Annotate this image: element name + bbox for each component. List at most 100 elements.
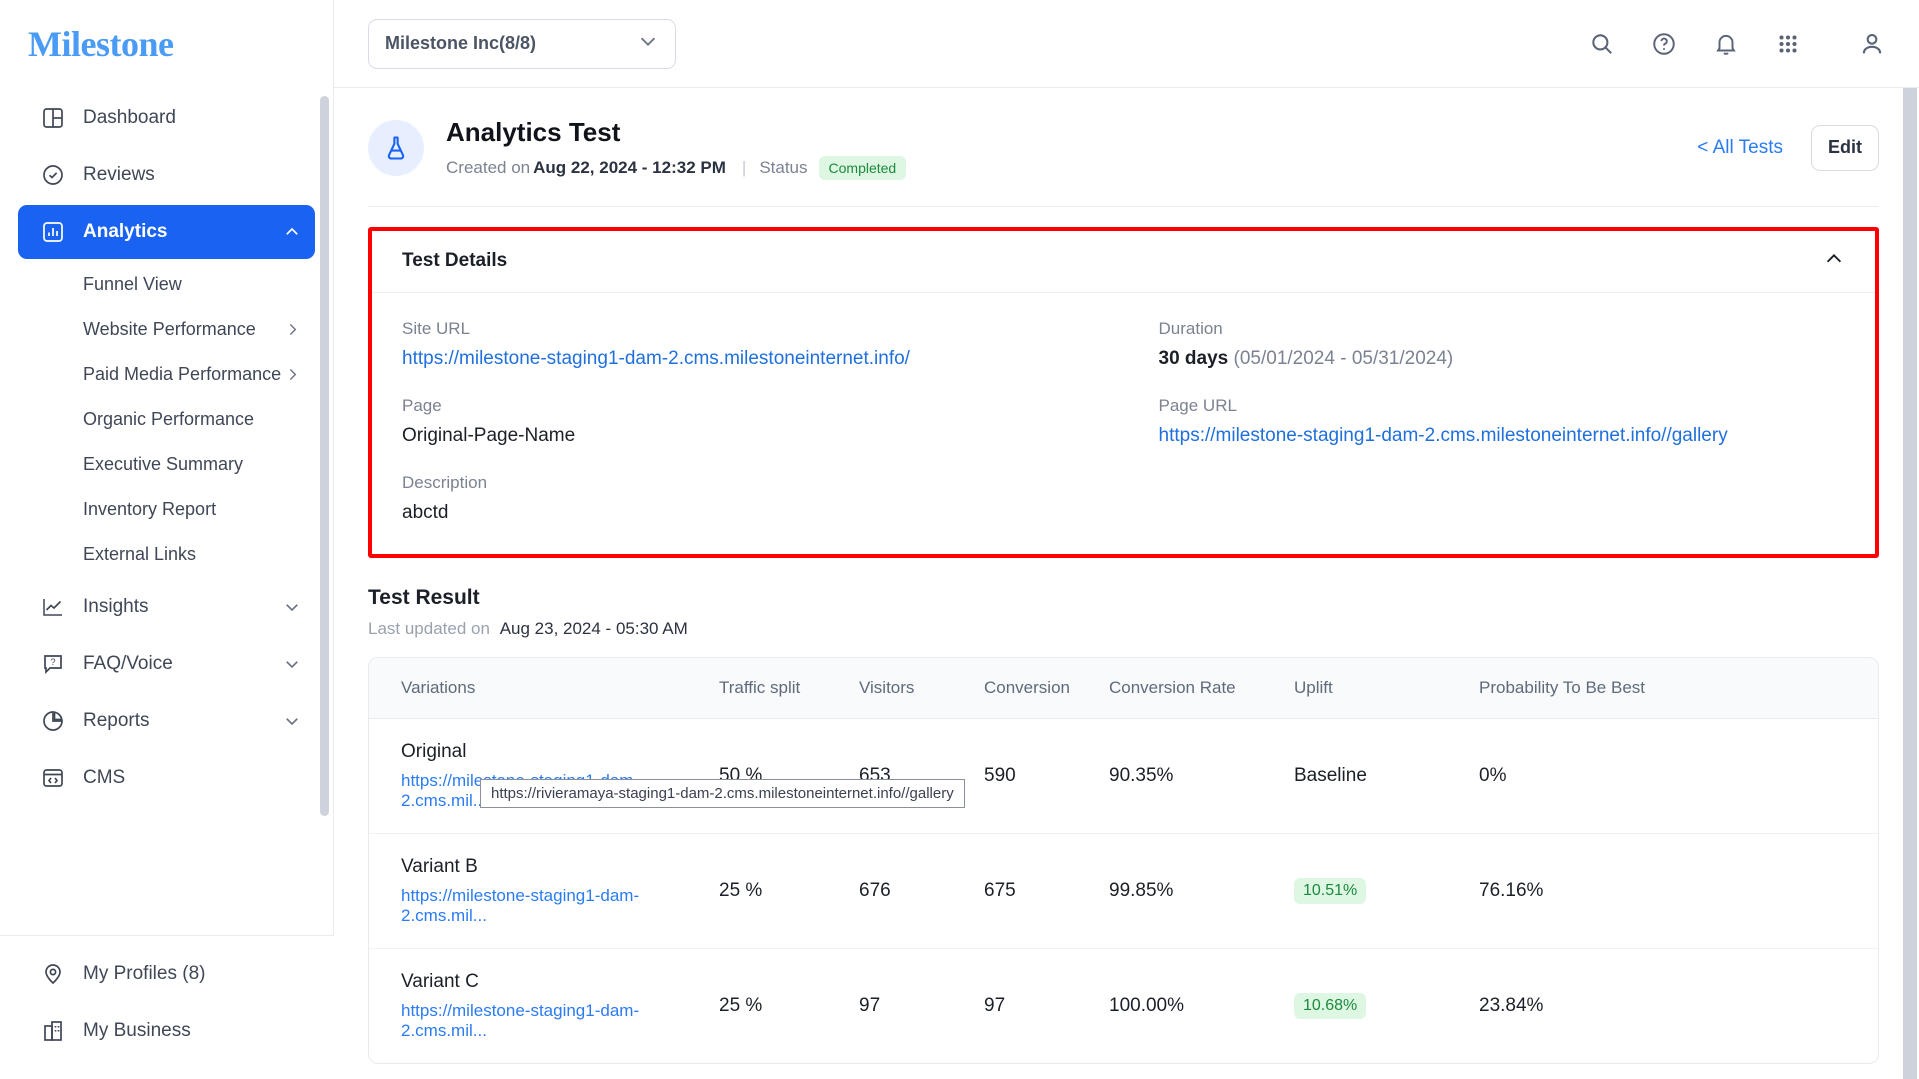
chevron-up-icon[interactable] <box>1823 248 1845 275</box>
test-result-header: Test Result Last updated on Aug 23, 2024… <box>368 586 1879 639</box>
description-value: abctd <box>402 501 449 523</box>
page-url-label: Page URL <box>1158 395 1237 415</box>
cell-probability: 0% <box>1479 718 1878 834</box>
cell-traffic-split: 50 % <box>719 718 859 834</box>
separator: | <box>741 157 747 177</box>
sidebar-item-label: Insights <box>83 596 149 617</box>
sidebar-item-organic-performance[interactable]: Organic Performance <box>18 397 315 442</box>
sidebar-item-label: Dashboard <box>83 107 176 128</box>
sidebar-item-executive-summary[interactable]: Executive Summary <box>18 442 315 487</box>
duration-field: Duration 30 days (05/01/2024 - 05/31/202… <box>1159 319 1846 370</box>
edit-button[interactable]: Edit <box>1811 124 1879 171</box>
sidebar-nav-scroll: Dashboard Reviews Analytics Funnel View … <box>0 88 333 898</box>
sidebar-item-label: Analytics <box>83 221 168 242</box>
cell-visitors: 653 <box>859 718 984 834</box>
sidebar: Milestone Dashboard Reviews Analytics Fu… <box>0 0 334 1079</box>
page-content: Analytics Test Created on Aug 22, 2024 -… <box>334 88 1919 1079</box>
user-avatar-icon[interactable] <box>1855 27 1889 61</box>
column-header-variations: Variations <box>369 657 719 719</box>
sidebar-subitem-label: Website Performance <box>83 319 256 339</box>
sidebar-item-my-profiles[interactable]: My Profiles (8) <box>18 947 316 1001</box>
chevron-right-icon[interactable] <box>284 321 301 338</box>
sidebar-item-inventory-report[interactable]: Inventory Report <box>18 487 315 532</box>
search-icon[interactable] <box>1585 27 1619 61</box>
variation-url[interactable]: https://milestone-staging1-dam-2.cms.mil… <box>401 886 719 926</box>
chevron-down-icon[interactable] <box>283 655 301 673</box>
cell-conversion: 590 <box>984 718 1109 834</box>
url-tooltip: https://rivieramaya-staging1-dam-2.cms.m… <box>480 779 965 808</box>
chevron-down-icon <box>637 30 659 57</box>
cell-variation: Variant B https://milestone-staging1-dam… <box>369 833 719 949</box>
brand-header: Milestone <box>0 0 333 88</box>
uplift-badge: 10.68% <box>1294 992 1367 1019</box>
bell-icon[interactable] <box>1709 27 1743 61</box>
sidebar-item-website-performance[interactable]: Website Performance <box>18 307 315 352</box>
sidebar-item-faq-voice[interactable]: ? FAQ/Voice <box>18 637 315 691</box>
variation-url[interactable]: https://milestone-staging1-dam-2.cms.mil… <box>401 1001 719 1041</box>
cell-uplift: Baseline <box>1294 718 1479 834</box>
org-selector-dropdown[interactable]: Milestone Inc(8/8) <box>368 18 676 69</box>
sidebar-subitem-label: Executive Summary <box>83 454 244 474</box>
cell-conversion-rate: 100.00% <box>1109 994 1185 1016</box>
page-url-field: Page URL https://milestone-staging1-dam-… <box>1159 396 1846 447</box>
column-header-conversion: Conversion <box>984 657 1109 719</box>
page-label: Page <box>402 395 442 415</box>
cell-conversion-rate: 99.85% <box>1109 833 1294 949</box>
sidebar-item-external-links[interactable]: External Links <box>18 532 315 577</box>
sidebar-subitem-label: Funnel View <box>83 274 182 294</box>
sidebar-scrollbar[interactable] <box>320 96 329 816</box>
sidebar-item-reports[interactable]: Reports <box>18 694 315 748</box>
page-title-block: Analytics Test Created on Aug 22, 2024 -… <box>446 116 907 180</box>
page-url-value[interactable]: https://milestone-staging1-dam-2.cms.mil… <box>1159 425 1846 447</box>
code-window-icon <box>40 765 66 791</box>
sidebar-item-dashboard[interactable]: Dashboard <box>18 91 315 145</box>
test-details-card: Test Details Site URL https://milestone-… <box>368 226 1879 558</box>
description-label: Description <box>402 472 488 492</box>
svg-text:?: ? <box>50 657 55 667</box>
app-root: Milestone Dashboard Reviews Analytics Fu… <box>0 0 1919 1079</box>
duration-days: 30 days <box>1158 347 1229 369</box>
cell-conversion: 675 <box>984 833 1109 949</box>
cell-probability: 76.16% <box>1479 833 1878 949</box>
sidebar-item-label: My Profiles (8) <box>83 963 206 984</box>
main-scrollbar[interactable] <box>1903 88 1917 1079</box>
help-circle-icon[interactable] <box>1647 27 1681 61</box>
chevron-down-icon[interactable] <box>283 712 301 730</box>
test-result-table: Variations Traffic split Visitors Conver… <box>368 656 1879 1064</box>
chevron-down-icon[interactable] <box>283 598 301 616</box>
page-title: Analytics Test <box>446 117 621 147</box>
site-url-label: Site URL <box>402 318 471 338</box>
location-pin-icon <box>40 961 66 987</box>
sidebar-item-my-business[interactable]: My Business <box>18 1004 316 1058</box>
pie-chart-icon <box>40 708 66 734</box>
variation-name: Variant B <box>401 855 478 877</box>
test-details-grid: Site URL https://milestone-staging1-dam-… <box>402 319 1845 524</box>
cell-variation: Original https://milestone-staging1-dam-… <box>369 718 719 834</box>
chevron-right-icon[interactable] <box>284 366 301 383</box>
sidebar-item-analytics[interactable]: Analytics <box>18 205 315 259</box>
column-header-traffic-split: Traffic split <box>719 657 859 719</box>
sidebar-item-insights[interactable]: Insights <box>18 580 315 634</box>
grid-apps-icon[interactable] <box>1771 27 1805 61</box>
variations-table: Variations Traffic split Visitors Conver… <box>369 657 1878 1063</box>
page-subtitle: Created on Aug 22, 2024 - 12:32 PM | Sta… <box>446 155 907 180</box>
sidebar-item-paid-media-performance[interactable]: Paid Media Performance <box>18 352 315 397</box>
last-updated-value: Aug 23, 2024 - 05:30 AM <box>499 618 688 638</box>
duration-value: 30 days (05/01/2024 - 05/31/2024) <box>1159 348 1846 370</box>
status-label: Status <box>759 157 808 177</box>
all-tests-link[interactable]: < All Tests <box>1697 137 1783 159</box>
site-url-value[interactable]: https://milestone-staging1-dam-2.cms.mil… <box>402 348 1124 370</box>
table-head: Variations Traffic split Visitors Conver… <box>369 657 1878 719</box>
sidebar-item-reviews[interactable]: Reviews <box>18 148 315 202</box>
check-badge-icon <box>40 162 66 188</box>
chevron-up-icon[interactable] <box>283 223 301 241</box>
sidebar-item-cms[interactable]: CMS <box>18 751 315 805</box>
column-header-probability: Probability To Be Best <box>1479 657 1878 719</box>
sidebar-subitem-label: Inventory Report <box>83 499 217 519</box>
sidebar-item-funnel-view[interactable]: Funnel View <box>18 262 315 307</box>
bar-chart-icon <box>40 219 66 245</box>
cell-visitors: 676 <box>859 833 984 949</box>
test-details-left-column: Site URL https://milestone-staging1-dam-… <box>402 319 1124 524</box>
sidebar-bottom-section: My Profiles (8) My Business <box>0 935 334 1079</box>
dashboard-icon <box>40 105 66 131</box>
